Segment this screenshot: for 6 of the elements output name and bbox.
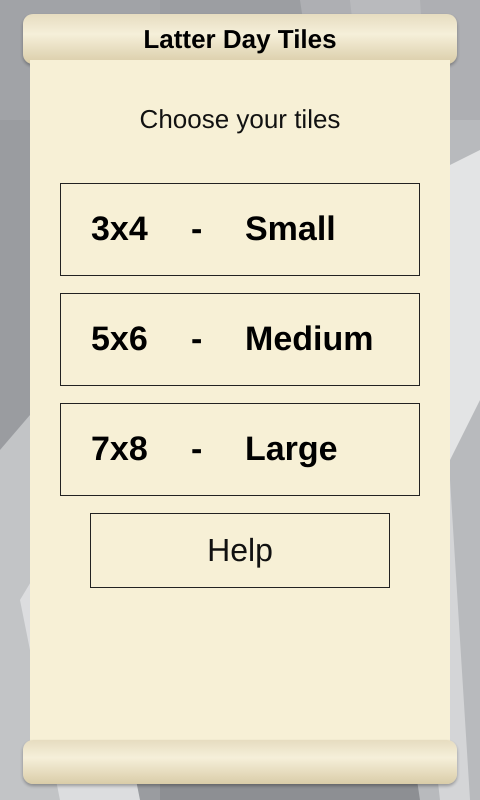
app-title: Latter Day Tiles xyxy=(143,24,337,54)
tile-size-button[interactable]: 5x6 - Medium xyxy=(60,293,420,386)
prompt-text: Choose your tiles xyxy=(140,104,340,135)
tile-size-button[interactable]: 7x8 - Large xyxy=(60,403,420,496)
help-button[interactable]: Help xyxy=(90,513,390,588)
tile-size-button[interactable]: 3x4 - Small xyxy=(60,183,420,276)
